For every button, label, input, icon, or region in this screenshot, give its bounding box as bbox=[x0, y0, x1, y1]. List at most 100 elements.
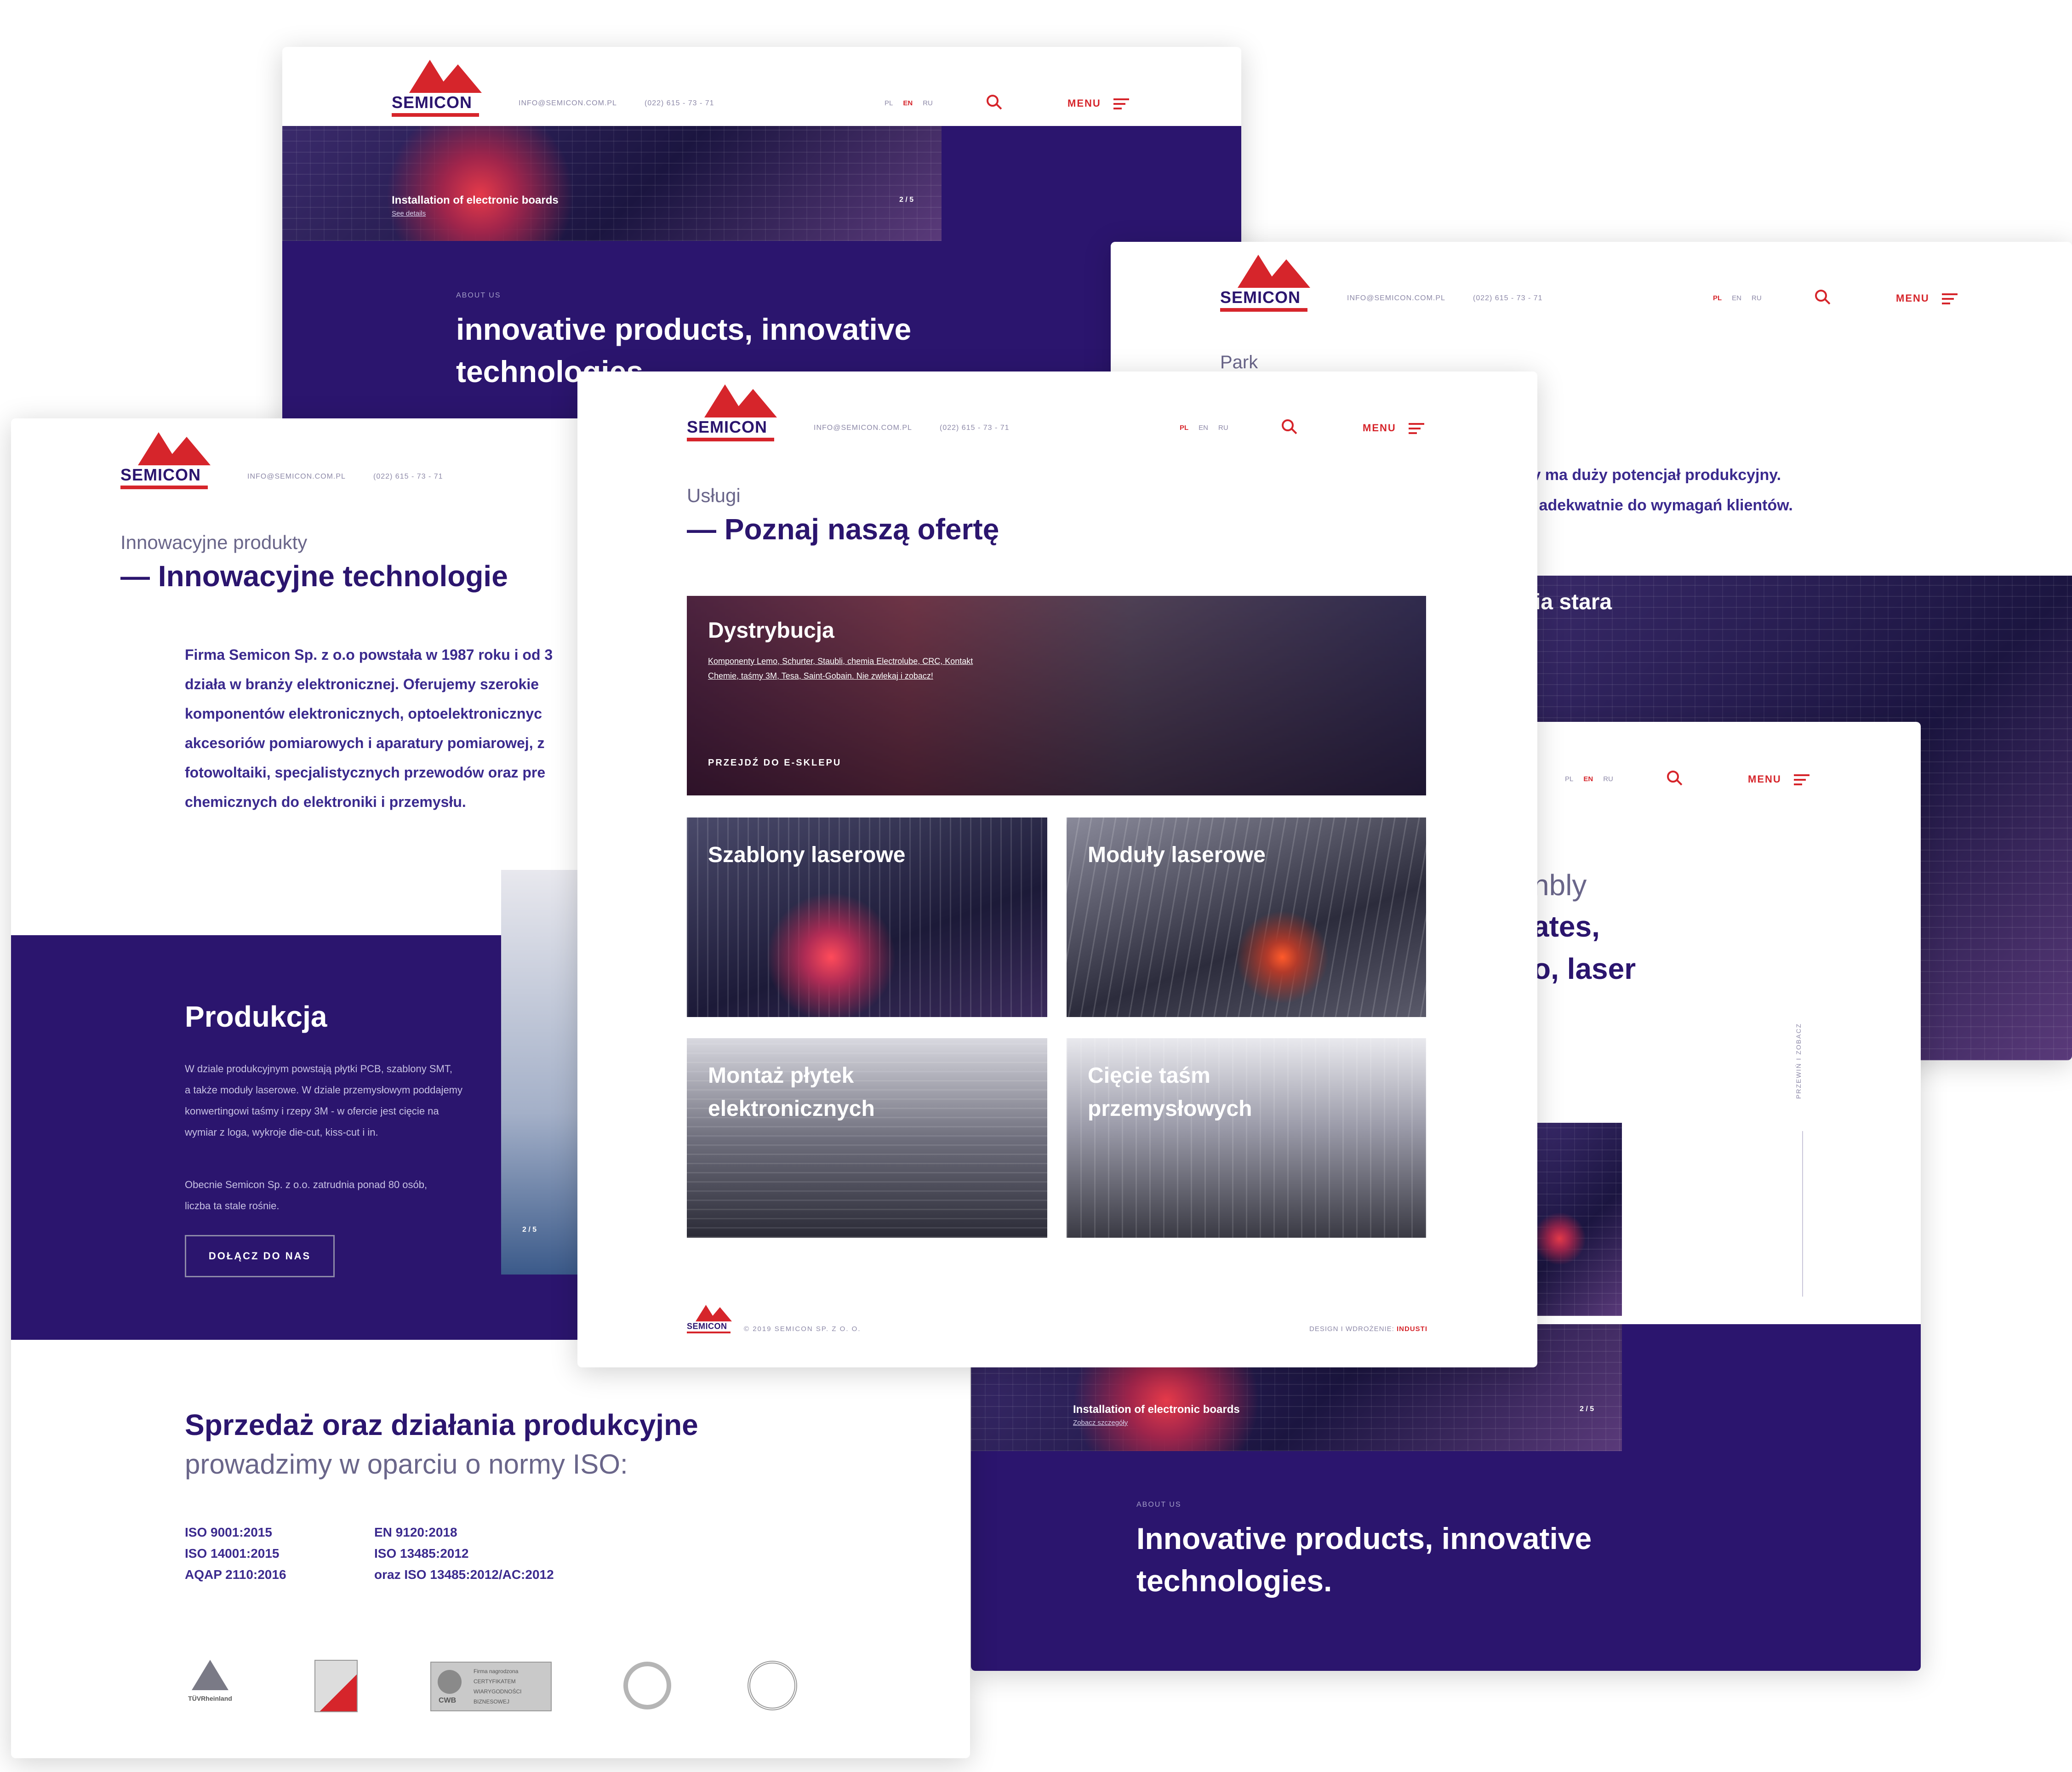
section-label: ABOUT US bbox=[1136, 1501, 1182, 1509]
recycling-icon bbox=[623, 1662, 671, 1709]
section-eyebrow: Innowacyjne produkty bbox=[120, 532, 308, 553]
hero-headline-2: technologies. bbox=[1136, 1564, 1332, 1598]
lang-en[interactable]: EN bbox=[1199, 424, 1208, 432]
assembly-heading-2: ates, bbox=[1533, 910, 1600, 943]
scroll-label[interactable]: PRZEWIŃ I ZOBACZ bbox=[1795, 1023, 1802, 1099]
join-us-button[interactable]: DOŁĄCZ DO NAS bbox=[185, 1235, 335, 1277]
cwb-certificate-icon: CWB Firma nagrodzona CERTYFIKATEM WIARYG… bbox=[430, 1662, 552, 1711]
offer-card-laser-stencils[interactable]: Szablony laserowe bbox=[687, 817, 1047, 1017]
phone-link[interactable]: (022) 615 - 73 - 71 bbox=[940, 424, 1010, 432]
language-switcher: PL EN RU bbox=[1713, 294, 1772, 302]
semicon-logo[interactable]: SEMICON bbox=[392, 60, 489, 120]
iso-subtitle: prowadzimy w oparciu o normy ISO: bbox=[185, 1449, 628, 1480]
slide-link[interactable]: See details bbox=[392, 210, 426, 217]
offer-title: Dystrybucja bbox=[708, 618, 834, 643]
search-icon[interactable] bbox=[1667, 771, 1679, 783]
semicon-logo[interactable]: SEMICON bbox=[687, 384, 784, 444]
section-title: — Innowacyjne technologie bbox=[120, 560, 508, 593]
menu-button[interactable]: MENU bbox=[1896, 292, 1929, 304]
lang-pl[interactable]: PL bbox=[1180, 424, 1188, 432]
cwb-logo-icon bbox=[438, 1670, 462, 1694]
iso-title: Sprzedaż oraz działania produkcyjne bbox=[185, 1408, 698, 1441]
slide-counter: 2 / 5 bbox=[899, 196, 914, 204]
email-link[interactable]: INFO@SEMICON.COM.PL bbox=[814, 424, 912, 432]
assembly-heading-1: nbly bbox=[1533, 869, 1587, 902]
offer-title: Cięcie taśm przemysłowych bbox=[1088, 1063, 1252, 1121]
hamburger-icon[interactable] bbox=[1113, 98, 1129, 112]
assembly-heading-3: o, laser bbox=[1533, 952, 1636, 985]
semicon-logo[interactable]: SEMICON bbox=[120, 432, 218, 492]
slide-link[interactable]: Zobacz szczegóły bbox=[1073, 1419, 1128, 1427]
production-photo: 2 / 5 bbox=[501, 870, 588, 1275]
offer-card-board-assembly[interactable]: Montaż płytek elektronicznych bbox=[687, 1038, 1047, 1238]
tuv-certificate-icon: TÜVRheinland bbox=[185, 1660, 235, 1710]
assembly-image bbox=[1533, 1123, 1622, 1316]
park-label: Park bbox=[1220, 352, 1258, 372]
hero-section: Installation of electronic boards Zobacz… bbox=[971, 1324, 1921, 1671]
lang-pl[interactable]: PL bbox=[1713, 294, 1722, 302]
email-link[interactable]: INFO@SEMICON.COM.PL bbox=[247, 473, 346, 481]
hamburger-icon[interactable] bbox=[1409, 423, 1424, 437]
hero-slide-image: Installation of electronic boards See de… bbox=[282, 126, 942, 241]
eshop-link[interactable]: PRZEJDŹ DO E-SKLEPU bbox=[708, 758, 841, 768]
footer: SEMICON © 2019 SEMICON SP. Z O. O. DESIG… bbox=[577, 1305, 1537, 1351]
offer-description-2: Chemie, taśmy 3M, Tesa, Saint-Gobain. Ni… bbox=[708, 671, 933, 680]
email-link[interactable]: INFO@SEMICON.COM.PL bbox=[1347, 294, 1445, 303]
search-icon[interactable] bbox=[987, 95, 999, 107]
lang-en[interactable]: EN bbox=[1583, 775, 1593, 783]
hamburger-icon[interactable] bbox=[1942, 293, 1958, 307]
menu-button[interactable]: MENU bbox=[1748, 773, 1781, 785]
email-link[interactable]: INFO@SEMICON.COM.PL bbox=[519, 99, 617, 108]
lang-ru[interactable]: RU bbox=[1218, 424, 1228, 432]
lang-en[interactable]: EN bbox=[1732, 294, 1741, 302]
offer-title: Szablony laserowe bbox=[708, 843, 906, 867]
offer-card-tape-cutting[interactable]: Cięcie taśm przemysłowych bbox=[1067, 1038, 1426, 1238]
lang-ru[interactable]: RU bbox=[1603, 775, 1613, 783]
iso-list-2: EN 9120:2018 ISO 13485:2012 oraz ISO 134… bbox=[374, 1525, 554, 1582]
section-title: — Poznaj naszą ofertę bbox=[687, 513, 999, 546]
phone-link[interactable]: (022) 615 - 73 - 71 bbox=[645, 99, 714, 108]
site-header: SEMICON INFO@SEMICON.COM.PL (022) 615 - … bbox=[577, 372, 1537, 451]
slide-counter: 2 / 5 bbox=[522, 1226, 537, 1234]
lang-pl[interactable]: PL bbox=[885, 99, 893, 107]
footer-design-link[interactable]: INDUSTI bbox=[1397, 1325, 1427, 1333]
production-title: Produkcja bbox=[185, 1000, 327, 1033]
phone-link[interactable]: (022) 615 - 73 - 71 bbox=[373, 473, 443, 481]
iso-list-1: ISO 9001:2015 ISO 14001:2015 AQAP 2110:2… bbox=[185, 1525, 286, 1582]
semicon-logo[interactable]: SEMICON bbox=[1220, 255, 1318, 314]
slide-title: Installation of electronic boards bbox=[1073, 1403, 1240, 1416]
footer-design-label: DESIGN I WDROŻENIE: bbox=[1309, 1325, 1394, 1333]
intro-text-2: t - adekwatnie do wymagań klientów. bbox=[1520, 497, 1793, 514]
slide-counter: 2 / 5 bbox=[1580, 1405, 1594, 1413]
phone-link[interactable]: (022) 615 - 73 - 71 bbox=[1473, 294, 1543, 303]
hero-headline: Innovative products, innovative bbox=[1136, 1521, 1592, 1555]
offer-card-laser-modules[interactable]: Moduły laserowe bbox=[1067, 817, 1426, 1017]
menu-button[interactable]: MENU bbox=[1363, 422, 1396, 434]
footer-logo[interactable]: SEMICON bbox=[687, 1305, 736, 1335]
site-header: SEMICON INFO@SEMICON.COM.PL (022) 615 - … bbox=[1111, 242, 2072, 321]
offer-card-distribution[interactable]: Dystrybucja Komponenty Lemo, Schurter, S… bbox=[687, 596, 1426, 795]
search-icon[interactable] bbox=[1282, 419, 1294, 431]
scroll-line bbox=[1802, 1131, 1803, 1297]
hamburger-icon[interactable] bbox=[1794, 774, 1809, 788]
offer-title: Moduły laserowe bbox=[1088, 843, 1266, 867]
lang-ru[interactable]: RU bbox=[923, 99, 933, 107]
offer-title: Montaż płytek elektronicznych bbox=[708, 1063, 875, 1121]
site-header: SEMICON INFO@SEMICON.COM.PL (022) 615 - … bbox=[282, 47, 1241, 126]
search-icon[interactable] bbox=[1815, 290, 1827, 302]
production-text: W dziale produkcyjnym powstają płytki PC… bbox=[185, 1063, 463, 1138]
language-switcher: PL EN RU bbox=[1565, 775, 1623, 783]
lang-pl[interactable]: PL bbox=[1565, 775, 1573, 783]
award-seal-icon bbox=[748, 1661, 797, 1710]
quality-seal-icon bbox=[314, 1660, 358, 1712]
language-switcher: PL EN RU bbox=[1180, 424, 1239, 432]
section-label: ABOUT US bbox=[456, 292, 501, 299]
offer-description-1: Komponenty Lemo, Schurter, Staubli, chem… bbox=[708, 657, 973, 666]
lang-ru[interactable]: RU bbox=[1752, 294, 1762, 302]
lang-en[interactable]: EN bbox=[903, 99, 913, 107]
employees-text: Obecnie Semicon Sp. z o.o. zatrudnia pon… bbox=[185, 1179, 428, 1212]
footer-copyright: © 2019 SEMICON SP. Z O. O. bbox=[744, 1325, 861, 1333]
menu-button[interactable]: MENU bbox=[1067, 97, 1101, 109]
page-card-center: SEMICON INFO@SEMICON.COM.PL (022) 615 - … bbox=[577, 372, 1537, 1367]
slide-title: Installation of electronic boards bbox=[392, 194, 559, 206]
